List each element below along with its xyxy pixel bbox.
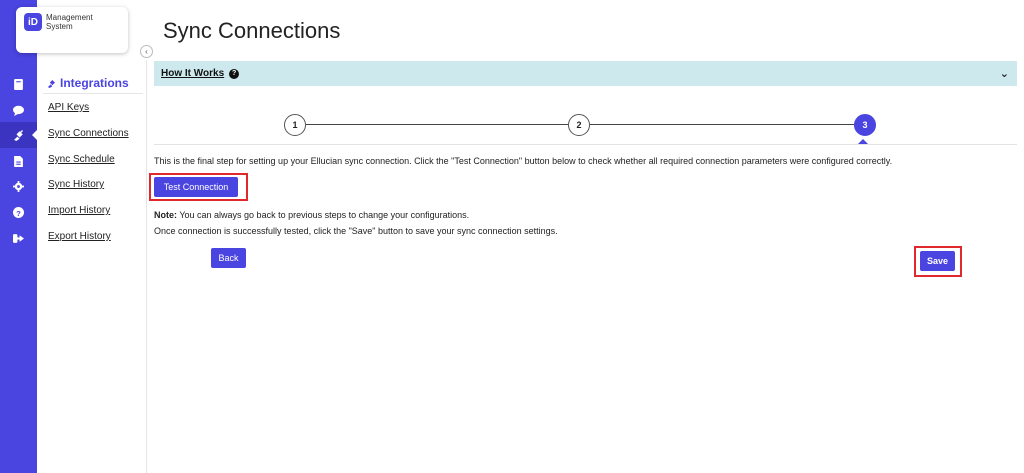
sidebar-item-export-history[interactable]: Export History xyxy=(48,231,111,242)
test-connection-button[interactable]: Test Connection xyxy=(154,177,238,197)
sidebar-heading: Integrations xyxy=(47,76,129,90)
step-description: This is the final step for setting up yo… xyxy=(154,156,893,166)
step-connector xyxy=(306,124,568,125)
chevron-left-icon: ‹ xyxy=(145,47,148,56)
note-line-2: Once connection is successfully tested, … xyxy=(154,226,558,236)
address-book-icon[interactable] xyxy=(0,71,37,97)
plug-icon[interactable] xyxy=(0,122,37,148)
back-button[interactable]: Back xyxy=(211,248,246,268)
step-connector xyxy=(590,124,855,125)
integrations-sidebar: Integrations API Keys Sync Connections S… xyxy=(37,60,147,473)
step-1[interactable]: 1 xyxy=(284,114,306,136)
note-line: Note: You can always go back to previous… xyxy=(154,210,469,220)
chat-icon[interactable] xyxy=(0,97,37,123)
sidebar-item-api-keys[interactable]: API Keys xyxy=(48,102,89,113)
save-button[interactable]: Save xyxy=(920,251,955,271)
logo-mark: iD xyxy=(24,13,42,31)
icon-rail: ? xyxy=(0,0,37,473)
note-text: You can always go back to previous steps… xyxy=(177,210,470,220)
page-title: Sync Connections xyxy=(163,18,341,43)
sidebar-item-import-history[interactable]: Import History xyxy=(48,205,110,216)
gear-icon[interactable] xyxy=(0,173,37,199)
app-logo[interactable]: iD Management System xyxy=(16,7,128,53)
sidebar-heading-label: Integrations xyxy=(60,76,129,90)
question-icon: ? xyxy=(229,68,240,79)
sign-out-icon[interactable] xyxy=(0,225,37,251)
help-circle-icon[interactable]: ? xyxy=(0,199,37,225)
logo-text: Management System xyxy=(46,13,93,31)
step-3[interactable]: 3 xyxy=(854,114,876,136)
sidebar-divider xyxy=(43,93,143,94)
note-label: Note: xyxy=(154,210,177,220)
accordion-title: How It Works xyxy=(161,68,225,79)
step-2[interactable]: 2 xyxy=(568,114,590,136)
chevron-down-icon[interactable]: ⌄ xyxy=(1000,67,1009,80)
step-divider xyxy=(154,144,1017,145)
collapse-sidebar-button[interactable]: ‹ xyxy=(140,45,153,58)
svg-text:?: ? xyxy=(16,208,21,217)
sidebar-item-sync-connections[interactable]: Sync Connections xyxy=(48,128,129,139)
plug-icon xyxy=(47,79,55,88)
sidebar-item-sync-schedule[interactable]: Sync Schedule xyxy=(48,154,115,165)
sidebar-item-sync-history[interactable]: Sync History xyxy=(48,179,104,190)
step-progress: 1 2 3 xyxy=(284,114,877,136)
how-it-works-accordion[interactable]: How It Works ? ⌄ xyxy=(154,61,1017,86)
document-icon[interactable] xyxy=(0,148,37,174)
